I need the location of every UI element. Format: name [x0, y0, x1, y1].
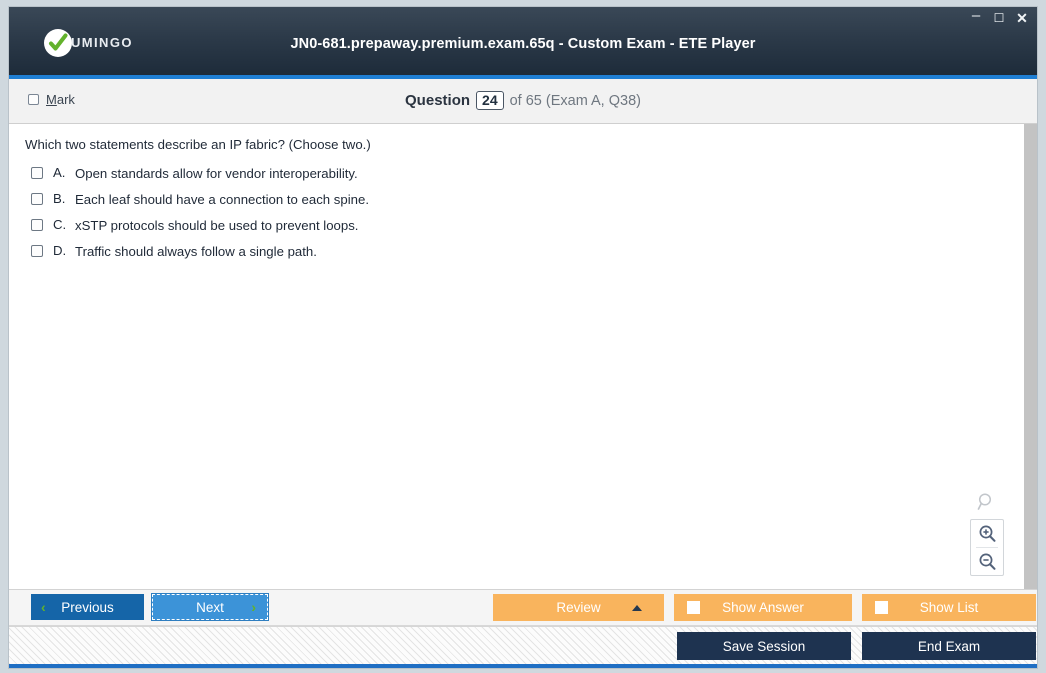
question-total-text: of 65 (Exam A, Q38)	[509, 92, 641, 109]
minimize-button[interactable]: –	[969, 8, 983, 23]
maximize-button[interactable]: ☐	[992, 12, 1006, 24]
question-number-box[interactable]: 24	[476, 91, 504, 110]
answer-text-b: Each leaf should have a connection to ea…	[75, 192, 369, 207]
question-content-area: Which two statements describe an IP fabr…	[9, 124, 1037, 590]
status-bar: Save Session End Exam	[9, 626, 1037, 668]
navigation-bar: ‹ Previous Next › Review Show Answer Sho…	[9, 590, 1037, 626]
answer-text-c: xSTP protocols should be used to prevent…	[75, 218, 359, 233]
window-title: JN0-681.prepaway.premium.exam.65q - Cust…	[290, 36, 756, 52]
window-inner-frame: UMINGO JN0-681.prepaway.premium.exam.65q…	[8, 6, 1038, 669]
answer-letter-b: B.	[53, 191, 66, 206]
answer-option-c[interactable]: C. xSTP protocols should be used to prev…	[25, 217, 1008, 234]
show-list-button[interactable]: Show List	[862, 594, 1036, 621]
show-answer-button[interactable]: Show Answer	[674, 594, 852, 621]
review-button-label: Review	[556, 600, 601, 615]
end-exam-button[interactable]: End Exam	[862, 632, 1036, 660]
application-window: UMINGO JN0-681.prepaway.premium.exam.65q…	[0, 0, 1046, 673]
title-bar: UMINGO JN0-681.prepaway.premium.exam.65q…	[9, 7, 1037, 79]
answer-letter-a: A.	[53, 165, 66, 180]
answer-letter-d: D.	[53, 243, 67, 258]
window-controls: – ☐ ✕	[969, 8, 1029, 25]
save-session-label: Save Session	[722, 638, 806, 654]
show-list-checkbox[interactable]	[875, 601, 888, 614]
question-indicator: Question 24 of 65 (Exam A, Q38)	[9, 91, 1037, 110]
save-session-button[interactable]: Save Session	[677, 632, 851, 660]
vertical-scrollbar[interactable]	[1024, 124, 1037, 589]
chevron-up-icon	[632, 604, 642, 611]
show-answer-label: Show Answer	[722, 600, 804, 615]
previous-button[interactable]: ‹ Previous	[31, 594, 144, 620]
answer-checkbox-d[interactable]	[31, 245, 43, 257]
answer-option-b[interactable]: B. Each leaf should have a connection to…	[25, 191, 1008, 208]
answer-checkbox-a[interactable]	[31, 167, 43, 179]
next-button[interactable]: Next ›	[151, 593, 269, 621]
close-button[interactable]: ✕	[1015, 11, 1029, 25]
magnifier-icon[interactable]	[970, 488, 1004, 516]
chevron-left-icon: ‹	[41, 599, 46, 615]
chevron-right-icon: ›	[251, 599, 256, 615]
previous-button-label: Previous	[61, 599, 114, 615]
show-answer-checkbox[interactable]	[687, 601, 700, 614]
next-button-label: Next	[196, 599, 224, 615]
end-exam-label: End Exam	[917, 638, 981, 654]
answer-text-a: Open standards allow for vendor interope…	[75, 166, 358, 181]
zoom-out-button[interactable]	[971, 548, 1003, 575]
zoom-panel	[970, 519, 1004, 576]
answer-checkbox-c[interactable]	[31, 219, 43, 231]
zoom-controls	[970, 488, 1004, 576]
answer-checkbox-b[interactable]	[31, 193, 43, 205]
zoom-in-button[interactable]	[971, 520, 1003, 547]
question-stem: Which two statements describe an IP fabr…	[25, 137, 371, 152]
answer-letter-c: C.	[53, 217, 67, 232]
review-button[interactable]: Review	[493, 594, 664, 621]
question-body: Which two statements describe an IP fabr…	[9, 124, 1024, 269]
answer-option-a[interactable]: A. Open standards allow for vendor inter…	[25, 165, 1008, 182]
answer-option-d[interactable]: D. Traffic should always follow a single…	[25, 243, 1008, 260]
show-list-label: Show List	[919, 600, 979, 615]
question-toolbar: Mark Question 24 of 65 (Exam A, Q38)	[9, 79, 1037, 124]
answer-text-d: Traffic should always follow a single pa…	[75, 244, 317, 259]
question-word: Question	[405, 92, 471, 109]
